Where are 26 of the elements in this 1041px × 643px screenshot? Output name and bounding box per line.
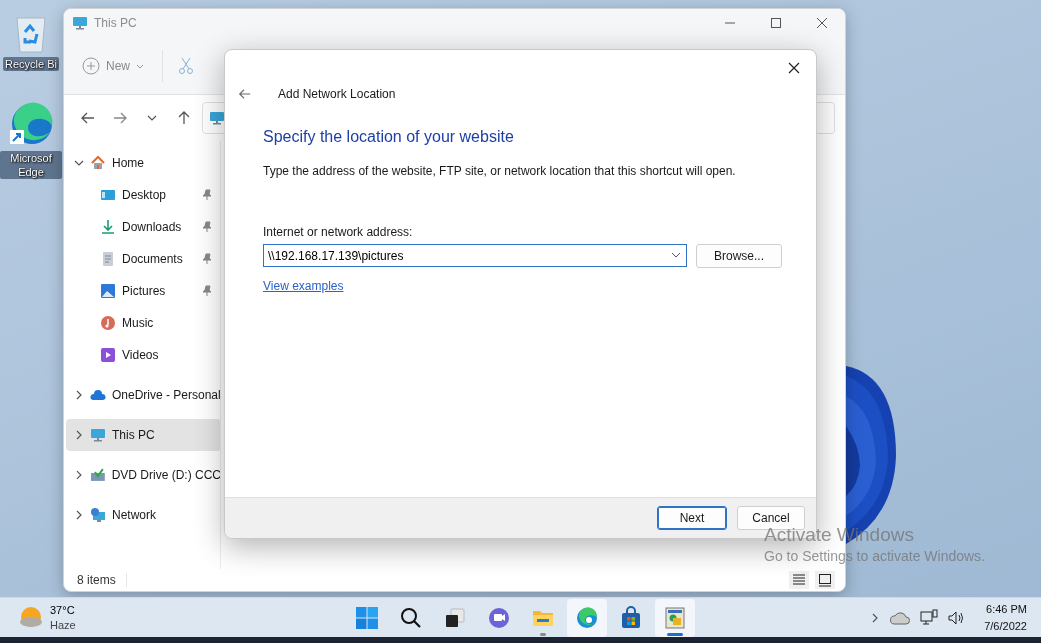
sidebar-item[interactable]: Downloads <box>66 211 220 243</box>
weather-condition: Haze <box>50 617 76 633</box>
sidebar-item[interactable]: Home <box>66 147 220 179</box>
next-button[interactable]: Next <box>657 506 727 530</box>
sidebar-item[interactable]: Desktop <box>66 179 220 211</box>
sidebar-item[interactable]: Network <box>66 499 220 531</box>
sidebar-item[interactable]: Pictures <box>66 275 220 307</box>
window-title: This PC <box>94 16 138 30</box>
sidebar-item[interactable]: Videos <box>66 339 220 371</box>
instructions-text: Type the address of the website, FTP site, or network location that this shortcut will open. <box>263 164 737 178</box>
temperature: 37°C <box>50 602 76 618</box>
address-field[interactable]: \\192.168.17.139\pictures <box>263 244 687 267</box>
view-examples-link[interactable]: View examples <box>263 279 344 293</box>
desktop-icon-label: Recycle Bi <box>3 57 59 71</box>
sidebar-item[interactable]: Documents <box>66 243 220 275</box>
desktop-icon-label: Microsof Edge <box>0 151 62 179</box>
dialog-title: Add Network Location <box>278 87 396 101</box>
field-label: Internet or network address: <box>263 225 414 239</box>
sidebar-item[interactable]: This PC <box>66 419 220 451</box>
sidebar-item[interactable]: DVD Drive (D:) CCC <box>66 459 220 491</box>
dialog-heading: Specify the location of your website <box>263 127 515 147</box>
sidebar-item[interactable]: Music <box>66 307 220 339</box>
item-count: 8 items <box>77 573 127 587</box>
sidebar-item[interactable]: OneDrive - Personal <box>66 379 220 411</box>
browse-button[interactable]: Browse... <box>696 244 782 268</box>
clock[interactable]: 6:46 PM 7/6/2022 <box>984 600 1027 635</box>
